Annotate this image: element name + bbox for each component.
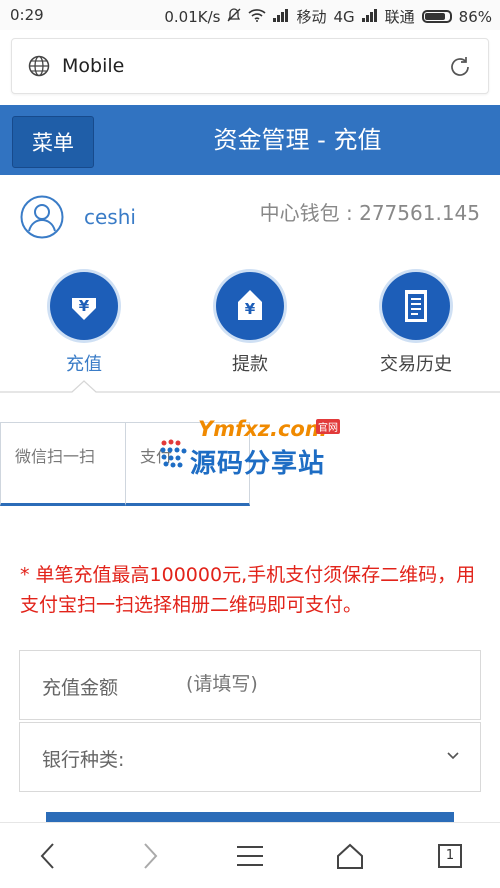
action-withdraw-label: 提款	[232, 354, 268, 375]
action-withdraw[interactable]: ¥ 提款	[190, 272, 310, 376]
forward-icon[interactable]	[130, 841, 170, 871]
tabs-button[interactable]: 1	[430, 841, 470, 871]
deposit-form: 充值金额 银行种类:	[19, 650, 481, 792]
bank-select[interactable]: 银行种类:	[19, 722, 481, 792]
signal-icon-2	[361, 8, 378, 26]
carrier-1: 移动	[296, 8, 327, 26]
wifi-icon	[248, 8, 266, 26]
carrier-2: 联通	[384, 8, 415, 26]
watermark-logo: Ymfxz.com 官网 源码分享站	[158, 417, 348, 479]
bank-label: 银行种类:	[42, 749, 125, 771]
deposit-yen-icon: ¥	[50, 272, 118, 340]
menu-lines-icon[interactable]	[230, 841, 270, 871]
address-bar[interactable]: Mobile	[11, 38, 489, 94]
action-deposit[interactable]: ¥ 充值	[24, 272, 144, 376]
withdraw-yen-icon: ¥	[216, 272, 284, 340]
tab-count: 1	[438, 844, 462, 868]
page-title: 资金管理 - 充值	[213, 126, 382, 154]
amount-input[interactable]	[186, 673, 446, 695]
network-speed: 0.01K/s	[164, 7, 221, 26]
amount-label: 充值金额	[42, 677, 119, 699]
wallet-balance: 中心钱包 : 277561.145	[259, 201, 480, 225]
watermark-dots-icon	[160, 439, 187, 468]
back-icon[interactable]	[28, 841, 68, 871]
browser-bottom-nav: 1	[0, 822, 500, 888]
action-history-label: 交易历史	[380, 354, 452, 375]
chevron-down-icon	[446, 747, 460, 766]
page-title-wrap: 资金管理 - 充值	[0, 120, 500, 155]
watermark-brand: 源码分享站	[190, 449, 326, 479]
battery-icon	[421, 10, 452, 23]
mute-icon	[227, 7, 241, 26]
svg-text:¥: ¥	[245, 300, 256, 318]
watermark-domain: Ymfxz.com	[198, 417, 327, 441]
globe-icon	[28, 55, 50, 81]
address-text: Mobile	[62, 55, 125, 77]
action-deposit-label: 充值	[66, 354, 102, 375]
svg-text:¥: ¥	[79, 297, 90, 315]
status-right: 0.01K/s 移动 4G 联通 86%	[164, 6, 492, 27]
home-icon[interactable]	[330, 841, 370, 871]
tab-wechat-scan[interactable]: 微信扫一扫	[0, 422, 126, 506]
watermark-badge: 官网	[316, 419, 340, 434]
status-bar: 0:29 0.01K/s 移动 4G 联通 86%	[0, 0, 500, 30]
status-time: 0:29	[10, 6, 44, 24]
signal-icon	[273, 8, 289, 26]
deposit-notice: * 单笔充值最高100000元,手机支付须保存二维码，用支付宝扫一扫选择相册二维…	[20, 564, 476, 616]
action-history[interactable]: 交易历史	[356, 272, 476, 376]
reload-icon[interactable]	[448, 55, 472, 83]
section-divider	[0, 380, 500, 396]
avatar-icon	[20, 195, 64, 239]
amount-row: 充值金额	[19, 650, 481, 720]
network-type: 4G	[333, 7, 355, 26]
battery-percent: 86%	[458, 7, 492, 26]
history-list-icon	[382, 272, 450, 340]
username: ceshi	[84, 205, 136, 229]
